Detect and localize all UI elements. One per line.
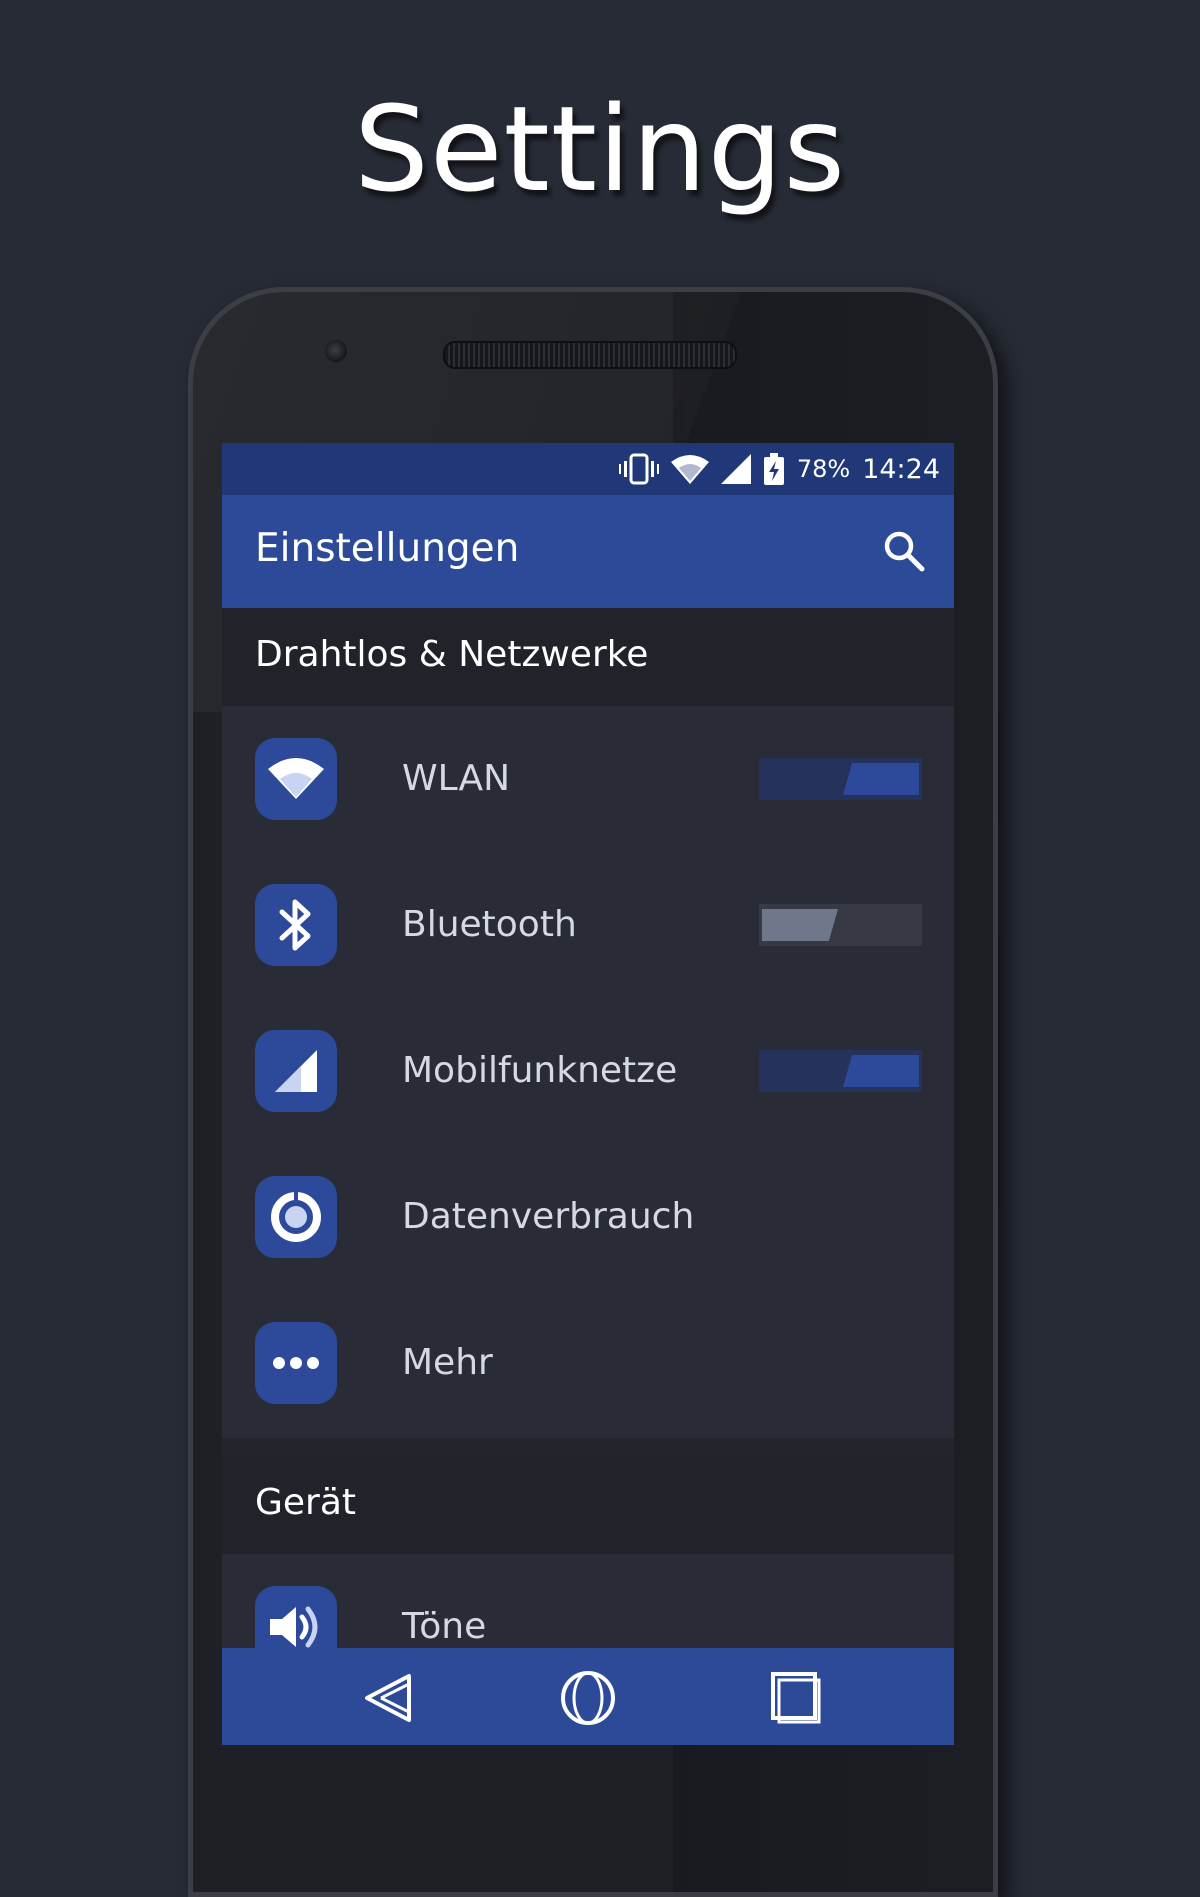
home-button[interactable]	[558, 1670, 618, 1726]
signal-icon	[255, 1030, 337, 1112]
bluetooth-toggle[interactable]	[759, 904, 922, 946]
mobile-networks-toggle[interactable]	[759, 1050, 922, 1092]
front-camera	[325, 340, 347, 362]
more-icon	[255, 1322, 337, 1404]
navigation-bar	[222, 1648, 954, 1745]
section-header-device: Gerät	[222, 1456, 954, 1554]
wifi-icon	[670, 454, 709, 484]
section-divider	[222, 1438, 954, 1456]
phone-screen: 78% 14:24 Einstellungen Drahtlos & Netzw…	[222, 443, 954, 1745]
item-label: Datenverbrauch	[402, 1196, 695, 1237]
item-label: Töne	[402, 1606, 487, 1647]
settings-item-wlan[interactable]: WLAN	[222, 706, 954, 852]
back-icon	[365, 1674, 411, 1722]
search-icon	[884, 531, 925, 572]
earpiece-speaker	[443, 341, 737, 369]
data-usage-icon	[255, 1176, 337, 1258]
toolbar-title: Einstellungen	[255, 526, 520, 571]
settings-item-more[interactable]: Mehr	[222, 1290, 954, 1436]
app-toolbar: Einstellungen	[222, 495, 954, 608]
settings-item-bluetooth[interactable]: Bluetooth	[222, 852, 954, 998]
search-button[interactable]	[880, 527, 928, 575]
status-bar: 78% 14:24	[222, 443, 954, 495]
battery-charging-icon	[763, 453, 785, 485]
section-title: Drahtlos & Netzwerke	[255, 634, 649, 675]
item-label: WLAN	[402, 758, 511, 799]
signal-icon	[720, 454, 751, 484]
vibrate-icon	[618, 452, 659, 486]
item-label: Mobilfunknetze	[402, 1050, 678, 1091]
settings-item-mobile-networks[interactable]: Mobilfunknetze	[222, 998, 954, 1144]
wlan-toggle[interactable]	[759, 758, 922, 800]
home-icon	[561, 1671, 615, 1725]
back-button[interactable]	[359, 1670, 419, 1726]
section-header-wireless: Drahtlos & Netzwerke	[222, 608, 954, 706]
battery-percentage: 78%	[796, 455, 851, 483]
recents-icon	[771, 1672, 821, 1724]
settings-item-data-usage[interactable]: Datenverbrauch	[222, 1144, 954, 1290]
page-heading: Settings	[354, 80, 846, 218]
clock: 14:24	[862, 453, 940, 485]
wifi-icon	[255, 738, 337, 820]
bluetooth-icon	[255, 884, 337, 966]
item-label: Mehr	[402, 1342, 493, 1383]
item-label: Bluetooth	[402, 904, 577, 945]
recents-button[interactable]	[765, 1670, 825, 1726]
section-title: Gerät	[255, 1482, 357, 1523]
